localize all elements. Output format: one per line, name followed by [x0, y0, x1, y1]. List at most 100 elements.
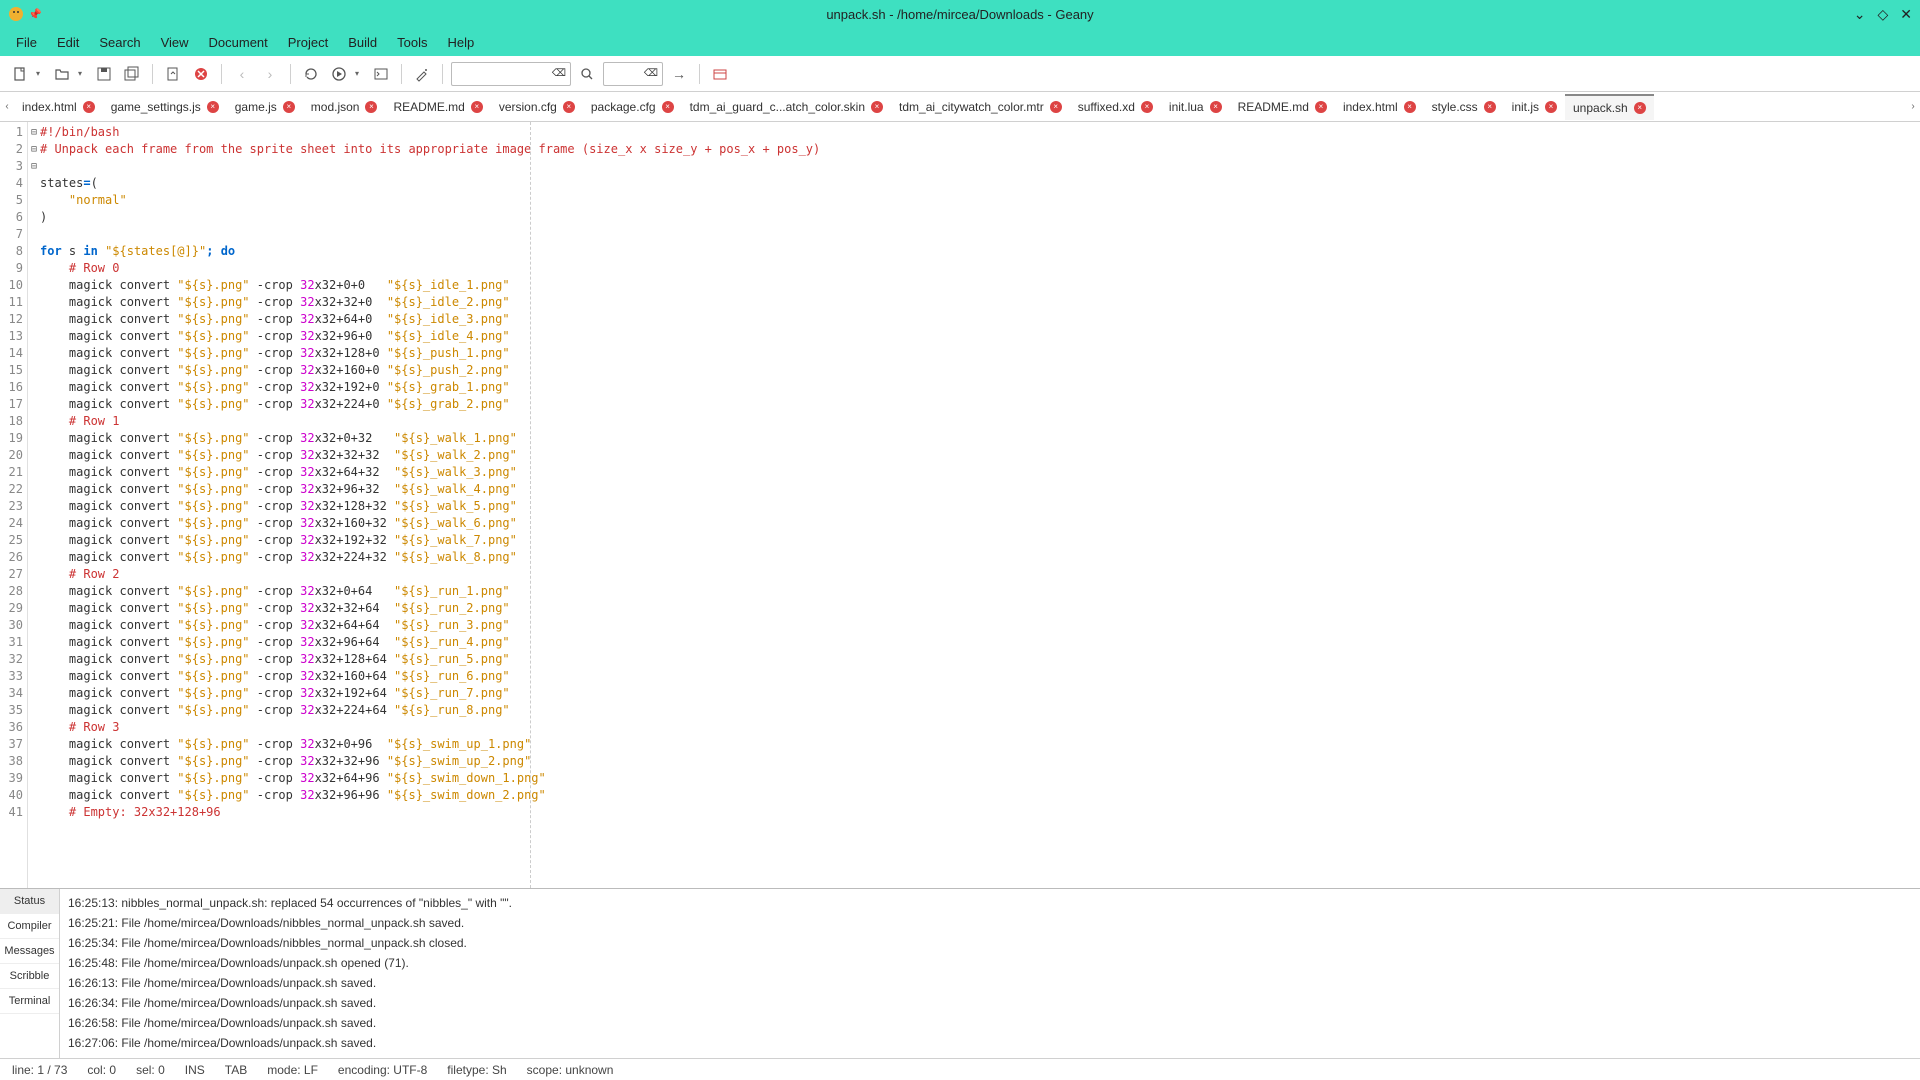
code-line[interactable]: # Row 0 — [40, 260, 1920, 277]
code-line[interactable]: magick convert "${s}.png" -crop 32x32+96… — [40, 481, 1920, 498]
message-line[interactable]: 16:26:13: File /home/mircea/Downloads/un… — [68, 973, 1912, 993]
tab-close-icon[interactable]: × — [283, 101, 295, 113]
nav-forward-button[interactable]: › — [258, 62, 282, 86]
code-line[interactable]: "normal" — [40, 192, 1920, 209]
code-line[interactable]: magick convert "${s}.png" -crop 32x32+0+… — [40, 277, 1920, 294]
message-line[interactable]: 16:26:34: File /home/mircea/Downloads/un… — [68, 993, 1912, 1013]
goto-input[interactable]: ⌫ — [603, 62, 663, 86]
tab-close-icon[interactable]: × — [1315, 101, 1327, 113]
tab-style-css[interactable]: style.css× — [1424, 94, 1504, 120]
code-line[interactable]: magick convert "${s}.png" -crop 32x32+0+… — [40, 736, 1920, 753]
code-line[interactable]: magick convert "${s}.png" -crop 32x32+32… — [40, 753, 1920, 770]
code-line[interactable]: magick convert "${s}.png" -crop 32x32+12… — [40, 498, 1920, 515]
tab-close-icon[interactable]: × — [1484, 101, 1496, 113]
code-line[interactable] — [40, 226, 1920, 243]
code-line[interactable]: # Empty: 32x32+128+96 — [40, 804, 1920, 821]
tab-readme-md[interactable]: README.md× — [1230, 94, 1335, 120]
tab-unpack-sh[interactable]: unpack.sh× — [1565, 94, 1654, 120]
code-line[interactable]: magick convert "${s}.png" -crop 32x32+64… — [40, 617, 1920, 634]
fold-gutter[interactable]: ⊟⊟⊟ — [28, 122, 40, 888]
code-line[interactable]: magick convert "${s}.png" -crop 32x32+12… — [40, 651, 1920, 668]
reload-button[interactable] — [161, 62, 185, 86]
code-line[interactable]: magick convert "${s}.png" -crop 32x32+96… — [40, 787, 1920, 804]
code-line[interactable]: magick convert "${s}.png" -crop 32x32+16… — [40, 668, 1920, 685]
msg-tab-terminal[interactable]: Terminal — [0, 989, 59, 1014]
tab-tdm-ai-guard-c---atch-color-skin[interactable]: tdm_ai_guard_c...atch_color.skin× — [682, 94, 891, 120]
tab-close-icon[interactable]: × — [1404, 101, 1416, 113]
code-line[interactable]: # Row 1 — [40, 413, 1920, 430]
code-line[interactable]: magick convert "${s}.png" -crop 32x32+19… — [40, 685, 1920, 702]
open-file-button[interactable] — [50, 62, 74, 86]
code-line[interactable]: magick convert "${s}.png" -crop 32x32+32… — [40, 600, 1920, 617]
menu-build[interactable]: Build — [340, 31, 385, 54]
tab-version-cfg[interactable]: version.cfg× — [491, 94, 583, 120]
tab-readme-md[interactable]: README.md× — [385, 94, 490, 120]
code-line[interactable]: magick convert "${s}.png" -crop 32x32+64… — [40, 770, 1920, 787]
tab-game-settings-js[interactable]: game_settings.js× — [103, 94, 227, 120]
code-line[interactable]: magick convert "${s}.png" -crop 32x32+32… — [40, 447, 1920, 464]
tabs-scroll-right[interactable]: › — [1906, 101, 1920, 112]
tab-close-icon[interactable]: × — [871, 101, 883, 113]
pin-icon[interactable]: 📌 — [28, 8, 42, 21]
tab-close-icon[interactable]: × — [83, 101, 95, 113]
tab-init-js[interactable]: init.js× — [1504, 94, 1565, 120]
tab-close-icon[interactable]: × — [1545, 101, 1557, 113]
menu-file[interactable]: File — [8, 31, 45, 54]
code-line[interactable]: magick convert "${s}.png" -crop 32x32+22… — [40, 702, 1920, 719]
menu-view[interactable]: View — [153, 31, 197, 54]
code-line[interactable]: # Unpack each frame from the sprite shee… — [40, 141, 1920, 158]
message-line[interactable]: 16:27:06: File /home/mircea/Downloads/un… — [68, 1033, 1912, 1053]
execute-button[interactable] — [369, 62, 393, 86]
tab-close-icon[interactable]: × — [1141, 101, 1153, 113]
msg-tab-status[interactable]: Status — [0, 889, 59, 914]
code-line[interactable]: magick convert "${s}.png" -crop 32x32+16… — [40, 362, 1920, 379]
new-dropdown[interactable]: ▾ — [36, 69, 46, 78]
open-dropdown[interactable]: ▾ — [78, 69, 88, 78]
message-line[interactable]: 16:25:48: File /home/mircea/Downloads/un… — [68, 953, 1912, 973]
color-chooser-button[interactable] — [410, 62, 434, 86]
menu-help[interactable]: Help — [440, 31, 483, 54]
close-file-button[interactable] — [189, 62, 213, 86]
message-content[interactable]: 16:25:13: nibbles_normal_unpack.sh: repl… — [60, 889, 1920, 1058]
code-line[interactable]: for s in "${states[@]}"; do — [40, 243, 1920, 260]
code-line[interactable]: magick convert "${s}.png" -crop 32x32+19… — [40, 532, 1920, 549]
search-button[interactable] — [575, 62, 599, 86]
code-line[interactable]: magick convert "${s}.png" -crop 32x32+32… — [40, 294, 1920, 311]
code-line[interactable]: # Row 3 — [40, 719, 1920, 736]
code-line[interactable]: magick convert "${s}.png" -crop 32x32+64… — [40, 464, 1920, 481]
code-line[interactable]: # Row 2 — [40, 566, 1920, 583]
menu-tools[interactable]: Tools — [389, 31, 435, 54]
menu-document[interactable]: Document — [201, 31, 276, 54]
code-editor[interactable]: #!/bin/bash# Unpack each frame from the … — [40, 122, 1920, 888]
build-button[interactable] — [327, 62, 351, 86]
tab-game-js[interactable]: game.js× — [227, 94, 303, 120]
new-file-button[interactable] — [8, 62, 32, 86]
code-line[interactable]: magick convert "${s}.png" -crop 32x32+22… — [40, 549, 1920, 566]
code-line[interactable]: #!/bin/bash — [40, 124, 1920, 141]
quit-button[interactable] — [708, 62, 732, 86]
nav-back-button[interactable]: ‹ — [230, 62, 254, 86]
code-line[interactable]: magick convert "${s}.png" -crop 32x32+16… — [40, 515, 1920, 532]
menu-edit[interactable]: Edit — [49, 31, 87, 54]
msg-tab-messages[interactable]: Messages — [0, 939, 59, 964]
clear-goto-icon[interactable]: ⌫ — [644, 68, 658, 79]
tab-index-html[interactable]: index.html× — [14, 94, 103, 120]
tab-init-lua[interactable]: init.lua× — [1161, 94, 1230, 120]
maximize-icon[interactable]: ◇ — [1877, 6, 1888, 23]
tab-suffixed-xd[interactable]: suffixed.xd× — [1070, 94, 1161, 120]
build-dropdown[interactable]: ▾ — [355, 69, 365, 78]
tab-index-html[interactable]: index.html× — [1335, 94, 1424, 120]
tab-close-icon[interactable]: × — [1210, 101, 1222, 113]
tab-tdm-ai-citywatch-color-mtr[interactable]: tdm_ai_citywatch_color.mtr× — [891, 94, 1070, 120]
tab-close-icon[interactable]: × — [471, 101, 483, 113]
tab-package-cfg[interactable]: package.cfg× — [583, 94, 682, 120]
code-line[interactable]: magick convert "${s}.png" -crop 32x32+0+… — [40, 583, 1920, 600]
message-line[interactable]: 16:26:58: File /home/mircea/Downloads/un… — [68, 1013, 1912, 1033]
code-line[interactable]: magick convert "${s}.png" -crop 32x32+12… — [40, 345, 1920, 362]
tab-close-icon[interactable]: × — [1050, 101, 1062, 113]
tab-close-icon[interactable]: × — [662, 101, 674, 113]
tabs-scroll-left[interactable]: ‹ — [0, 101, 14, 112]
code-line[interactable]: magick convert "${s}.png" -crop 32x32+96… — [40, 328, 1920, 345]
message-line[interactable]: 16:25:34: File /home/mircea/Downloads/ni… — [68, 933, 1912, 953]
save-button[interactable] — [92, 62, 116, 86]
